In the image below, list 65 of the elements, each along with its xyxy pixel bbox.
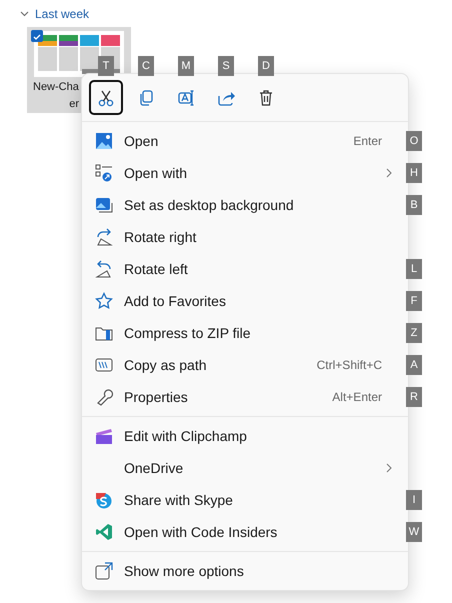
menu-item[interactable]: Compress to ZIP file — [82, 317, 408, 349]
menu-item-label: Set as desktop background — [124, 197, 295, 213]
keytip: B — [406, 195, 422, 215]
cut-icon — [97, 88, 115, 106]
keytip: M — [178, 56, 194, 76]
shortcut-text: Ctrl+Shift+C — [316, 358, 382, 372]
menu-item[interactable]: Properties Alt+Enter — [82, 381, 408, 413]
menu-item-label: Share with Skype — [124, 492, 234, 508]
menu-item[interactable]: OneDrive — [82, 452, 408, 484]
trash-icon — [257, 88, 275, 106]
wallpaper-icon — [95, 196, 113, 214]
menu-item[interactable]: Share with Skype — [82, 484, 408, 516]
menu-item-label: Open with — [124, 165, 188, 181]
wrench-icon — [95, 388, 113, 406]
keytip: C — [138, 56, 154, 76]
keytip: D — [258, 56, 274, 76]
menu-item[interactable]: Edit with Clipchamp — [82, 420, 408, 452]
menu-item[interactable]: Rotate right — [82, 221, 408, 253]
clapperboard-icon — [95, 427, 113, 445]
menu-item-label: Copy as path — [124, 357, 208, 373]
keytip: H — [406, 163, 422, 183]
menu-item[interactable]: Rotate left — [82, 253, 408, 285]
file-name: er — [69, 97, 79, 112]
keytip: W — [406, 522, 422, 542]
checkbox[interactable] — [31, 30, 43, 42]
file-name: New-Cha — [33, 80, 79, 95]
menu-item-label: Rotate right — [124, 229, 198, 245]
menu-item-label: Properties — [124, 389, 189, 405]
menu-item-label: Open with Code Insiders — [124, 524, 278, 540]
rotate-left-icon — [95, 260, 113, 278]
menu-item[interactable]: Add to Favorites — [82, 285, 408, 317]
keytip: A — [406, 355, 422, 375]
code-icon — [95, 523, 113, 541]
menu-item-label: Edit with Clipchamp — [124, 428, 248, 444]
menu-item-label: Show more options — [124, 563, 245, 579]
rename-icon — [177, 88, 195, 106]
menu-item[interactable]: Copy as path Ctrl+Shift+C — [82, 349, 408, 381]
menu-item-label: Rotate left — [124, 261, 189, 277]
keytip: F — [406, 291, 422, 311]
menu-item[interactable]: Open Enter — [82, 125, 408, 157]
menu-item-label: Compress to ZIP file — [124, 325, 252, 341]
shortcut-text: Enter — [353, 134, 382, 148]
menu-item-label: OneDrive — [124, 460, 184, 476]
shortcut-text: Alt+Enter — [332, 390, 382, 404]
keytip: R — [406, 387, 422, 407]
menu-item-label: Open — [124, 133, 160, 149]
menu-item[interactable]: Open with — [82, 157, 408, 189]
keytip: L — [406, 259, 422, 279]
menu-item-label: Add to Favorites — [124, 293, 227, 309]
star-icon — [95, 292, 113, 310]
path-icon — [95, 356, 113, 374]
keytip: O — [406, 131, 422, 151]
expand-icon — [95, 562, 113, 580]
keytip: S — [218, 56, 234, 76]
keytip: T — [98, 56, 114, 76]
rotate-right-icon — [95, 228, 113, 246]
menu-item[interactable]: Set as desktop background — [82, 189, 408, 221]
menu-item[interactable]: Open with Code Insiders — [82, 516, 408, 548]
menu-item[interactable]: Show more options — [82, 555, 408, 587]
app-list-icon — [95, 164, 113, 182]
keytip: Z — [406, 323, 422, 343]
group-header[interactable]: Last week — [35, 7, 90, 21]
skype-icon — [95, 491, 113, 509]
keytip: I — [406, 490, 422, 510]
image-icon — [95, 132, 113, 150]
